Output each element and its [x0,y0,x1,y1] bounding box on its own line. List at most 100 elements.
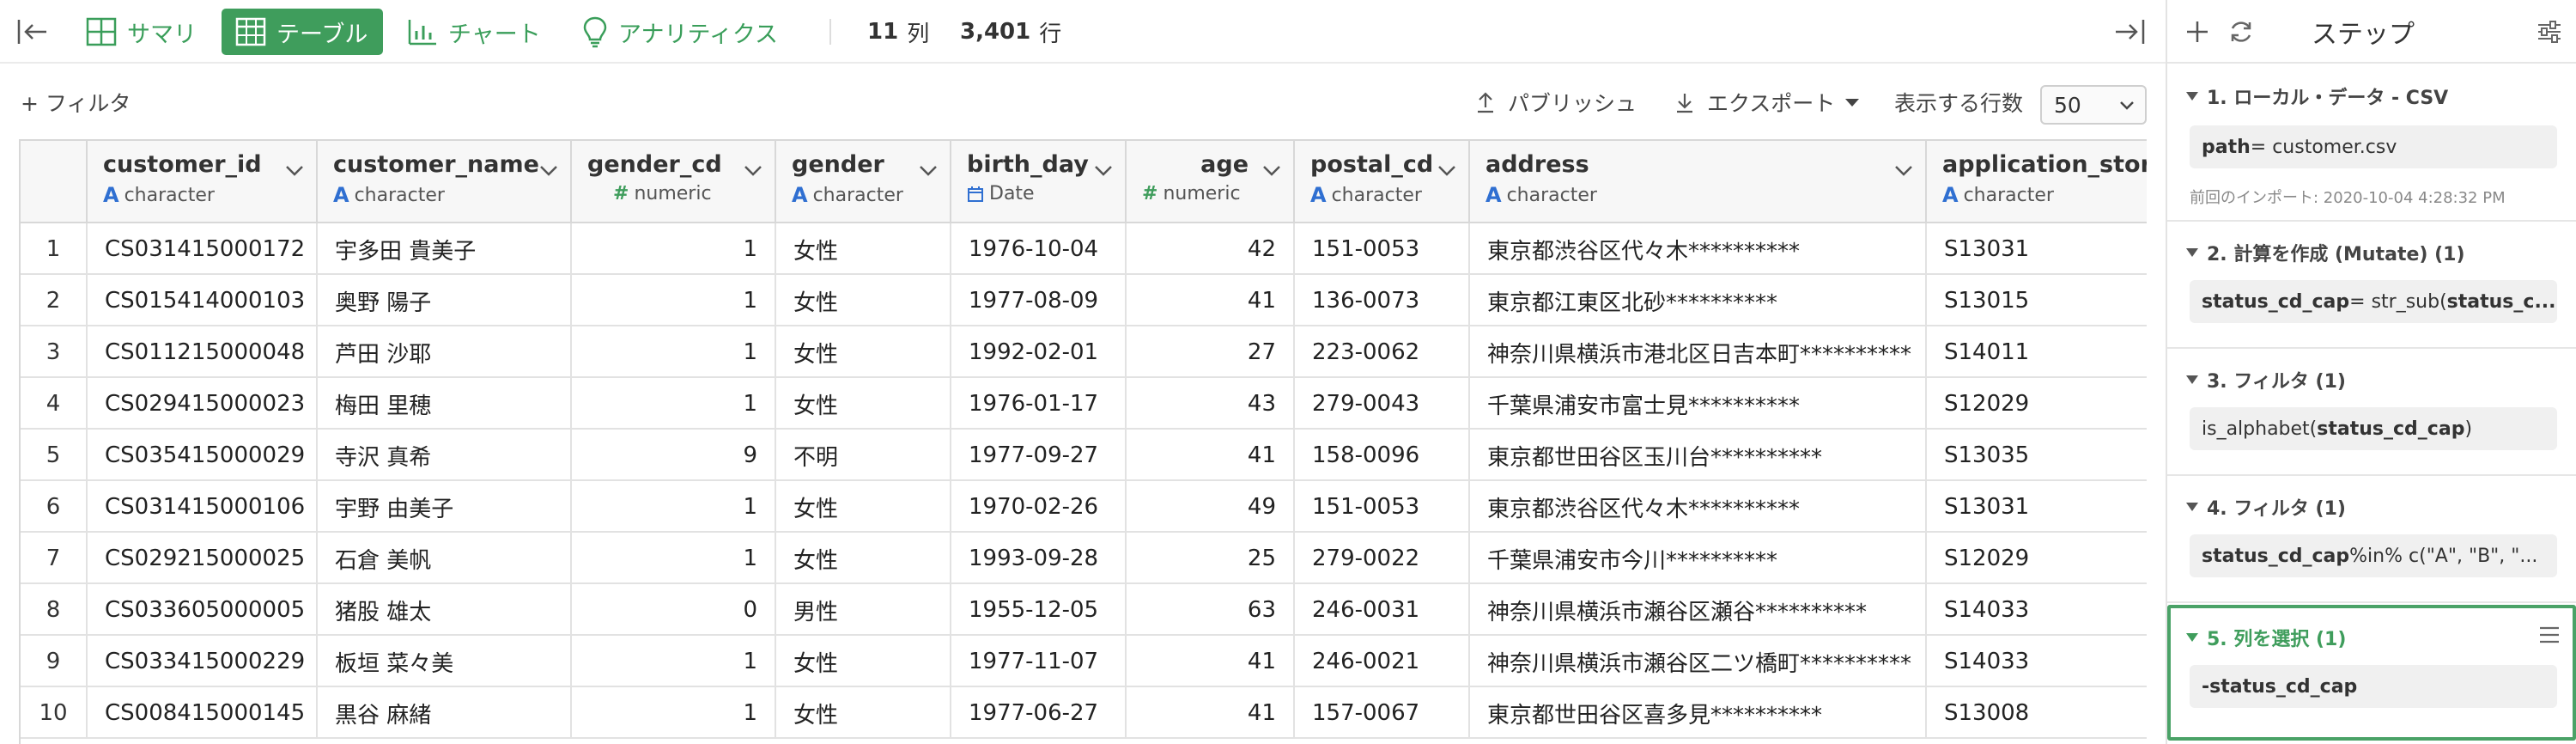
cell-application-store-cd[interactable]: S12029 [1927,378,2147,430]
cell-birth-day[interactable]: 1992-02-01 [951,326,1127,378]
cell-application-store-cd[interactable]: S13035 [1927,430,2147,481]
cell-customer-id[interactable]: CS015414000103 [88,275,318,326]
table-row[interactable]: 7 CS029215000025 石倉 美帆 1 女性 1993-09-28 25 279-0… [21,533,2147,584]
cell-address[interactable]: 東京都江東区北砂********** [1470,275,1927,326]
step-title[interactable]: 2. 計算を作成 (Mutate) (1) [2186,239,2465,266]
collapse-triangle-icon[interactable] [2186,248,2198,257]
column-header-birth-day[interactable]: birth_day Date [951,141,1127,223]
table-row[interactable]: 2 CS015414000103 奥野 陽子 1 女性 1977-08-09 41 136-0… [21,275,2147,326]
step-3[interactable]: 3. フィルタ (1) is_alphabet(status_cd_cap) [2167,349,2576,476]
chevron-down-icon[interactable] [285,165,304,177]
row-index[interactable]: 10 [21,687,88,739]
cell-age[interactable]: 41 [1127,687,1295,739]
step-title[interactable]: 4. フィルタ (1) [2186,493,2346,521]
cell-age[interactable]: 63 [1127,584,1295,636]
chevron-down-icon[interactable] [919,165,938,177]
tab-chart[interactable]: チャート [407,0,541,64]
cell-customer-name[interactable]: 芦田 沙耶 [318,326,572,378]
step-detail[interactable]: -status_cd_cap [2190,665,2557,708]
table-row[interactable]: 5 CS035415000029 寺沢 真希 9 不明 1977-09-27 41 158-0… [21,430,2147,481]
cell-gender[interactable]: 女性 [776,378,951,430]
cell-customer-id[interactable]: CS033415000229 [88,636,318,687]
cell-birth-day[interactable]: 1976-10-04 [951,223,1127,275]
step-title[interactable]: 1. ローカル・データ - CSV [2186,82,2448,110]
cell-birth-day[interactable]: 1977-11-07 [951,636,1127,687]
cell-address[interactable]: 神奈川県横浜市瀬谷区二ツ橋町********** [1470,636,1927,687]
cell-customer-id[interactable]: CS033605000005 [88,584,318,636]
cell-birth-day[interactable]: 1977-09-27 [951,430,1127,481]
cell-address[interactable]: 東京都世田谷区玉川台********** [1470,430,1927,481]
cell-gender-cd[interactable]: 9 [572,430,776,481]
cell-application-store-cd[interactable]: S14033 [1927,636,2147,687]
cell-gender[interactable]: 女性 [776,636,951,687]
collapse-triangle-icon[interactable] [2186,92,2198,101]
tab-analytics[interactable]: アナリティクス [582,0,778,64]
step-title[interactable]: 3. フィルタ (1) [2186,366,2346,393]
chevron-down-icon[interactable] [744,165,762,177]
cell-customer-name[interactable]: 梅田 里穂 [318,378,572,430]
cell-postal-cd[interactable]: 157-0067 [1295,687,1470,739]
rows-per-page-select[interactable]: 50 [2040,85,2147,125]
cell-customer-name[interactable]: 石倉 美帆 [318,533,572,584]
cell-gender[interactable]: 不明 [776,430,951,481]
cell-postal-cd[interactable]: 151-0053 [1295,481,1470,533]
cell-customer-name[interactable]: 宇多田 貴美子 [318,223,572,275]
cell-birth-day[interactable]: 1977-08-09 [951,275,1127,326]
step-4[interactable]: 4. フィルタ (1) status_cd_cap %in% c("A", "B… [2167,476,2576,603]
cell-customer-name[interactable]: 宇野 由美子 [318,481,572,533]
cell-application-store-cd[interactable]: S13031 [1927,223,2147,275]
cell-gender-cd[interactable]: 1 [572,687,776,739]
add-step-button[interactable] [2184,0,2210,64]
cell-application-store-cd[interactable]: S14033 [1927,584,2147,636]
step-detail[interactable]: is_alphabet(status_cd_cap) [2190,407,2557,450]
cell-address[interactable]: 千葉県浦安市今川********** [1470,533,1927,584]
row-index[interactable]: 3 [21,326,88,378]
export-button[interactable]: エクスポート [1674,65,1860,139]
step-detail[interactable]: status_cd_cap %in% c("A", "B", "... [2190,534,2557,577]
row-index[interactable]: 1 [21,223,88,275]
table-row[interactable]: 9 CS033415000229 板垣 菜々美 1 女性 1977-11-07 41 246-… [21,636,2147,687]
cell-customer-id[interactable]: CS011215000048 [88,326,318,378]
cell-age[interactable]: 42 [1127,223,1295,275]
cell-gender[interactable]: 女性 [776,533,951,584]
table-row[interactable]: 1 CS031415000172 宇多田 貴美子 1 女性 1976-10-04 42 151… [21,223,2147,275]
cell-customer-name[interactable]: 黒谷 麻緒 [318,687,572,739]
menu-icon[interactable] [2538,625,2561,644]
collapse-triangle-icon[interactable] [2186,633,2198,642]
chevron-down-icon[interactable] [1437,165,1456,177]
cell-application-store-cd[interactable]: S13015 [1927,275,2147,326]
cell-birth-day[interactable]: 1993-09-28 [951,533,1127,584]
column-header-gender[interactable]: gender Acharacter [776,141,951,223]
cell-gender-cd[interactable]: 1 [572,378,776,430]
step-title[interactable]: 5. 列を選択 (1) [2186,624,2346,651]
collapse-triangle-icon[interactable] [2186,503,2198,511]
cell-postal-cd[interactable]: 223-0062 [1295,326,1470,378]
cell-customer-id[interactable]: CS029415000023 [88,378,318,430]
cell-customer-name[interactable]: 猪股 雄太 [318,584,572,636]
row-index[interactable]: 2 [21,275,88,326]
cell-customer-id[interactable]: CS035415000029 [88,430,318,481]
cell-address[interactable]: 東京都渋谷区代々木********** [1470,481,1927,533]
cell-gender[interactable]: 女性 [776,326,951,378]
table-row[interactable]: 4 CS029415000023 梅田 里穂 1 女性 1976-01-17 43 279-0… [21,378,2147,430]
cell-gender[interactable]: 女性 [776,481,951,533]
cell-postal-cd[interactable]: 136-0073 [1295,275,1470,326]
column-header-gender-cd[interactable]: gender_cd # numeric [572,141,776,223]
cell-gender-cd[interactable]: 1 [572,636,776,687]
column-header-address[interactable]: address Acharacter [1470,141,1927,223]
chevron-down-icon[interactable] [1262,165,1281,177]
cell-gender-cd[interactable]: 0 [572,584,776,636]
cell-age[interactable]: 25 [1127,533,1295,584]
chevron-down-icon[interactable] [1094,165,1113,177]
steps-settings-button[interactable] [2537,0,2562,64]
table-row[interactable]: 6 CS031415000106 宇野 由美子 1 女性 1970-02-26 49 151-… [21,481,2147,533]
cell-gender-cd[interactable]: 1 [572,481,776,533]
cell-address[interactable]: 東京都渋谷区代々木********** [1470,223,1927,275]
collapse-left-button[interactable] [15,0,50,64]
cell-age[interactable]: 43 [1127,378,1295,430]
column-header-customer-name[interactable]: customer_name Acharacter [318,141,572,223]
row-index[interactable]: 7 [21,533,88,584]
cell-application-store-cd[interactable]: S12029 [1927,533,2147,584]
column-header-customer-id[interactable]: customer_id Acharacter [88,141,318,223]
table-row[interactable]: 10 CS008415000145 黒谷 麻緒 1 女性 1977-06-27 41 157-… [21,687,2147,739]
